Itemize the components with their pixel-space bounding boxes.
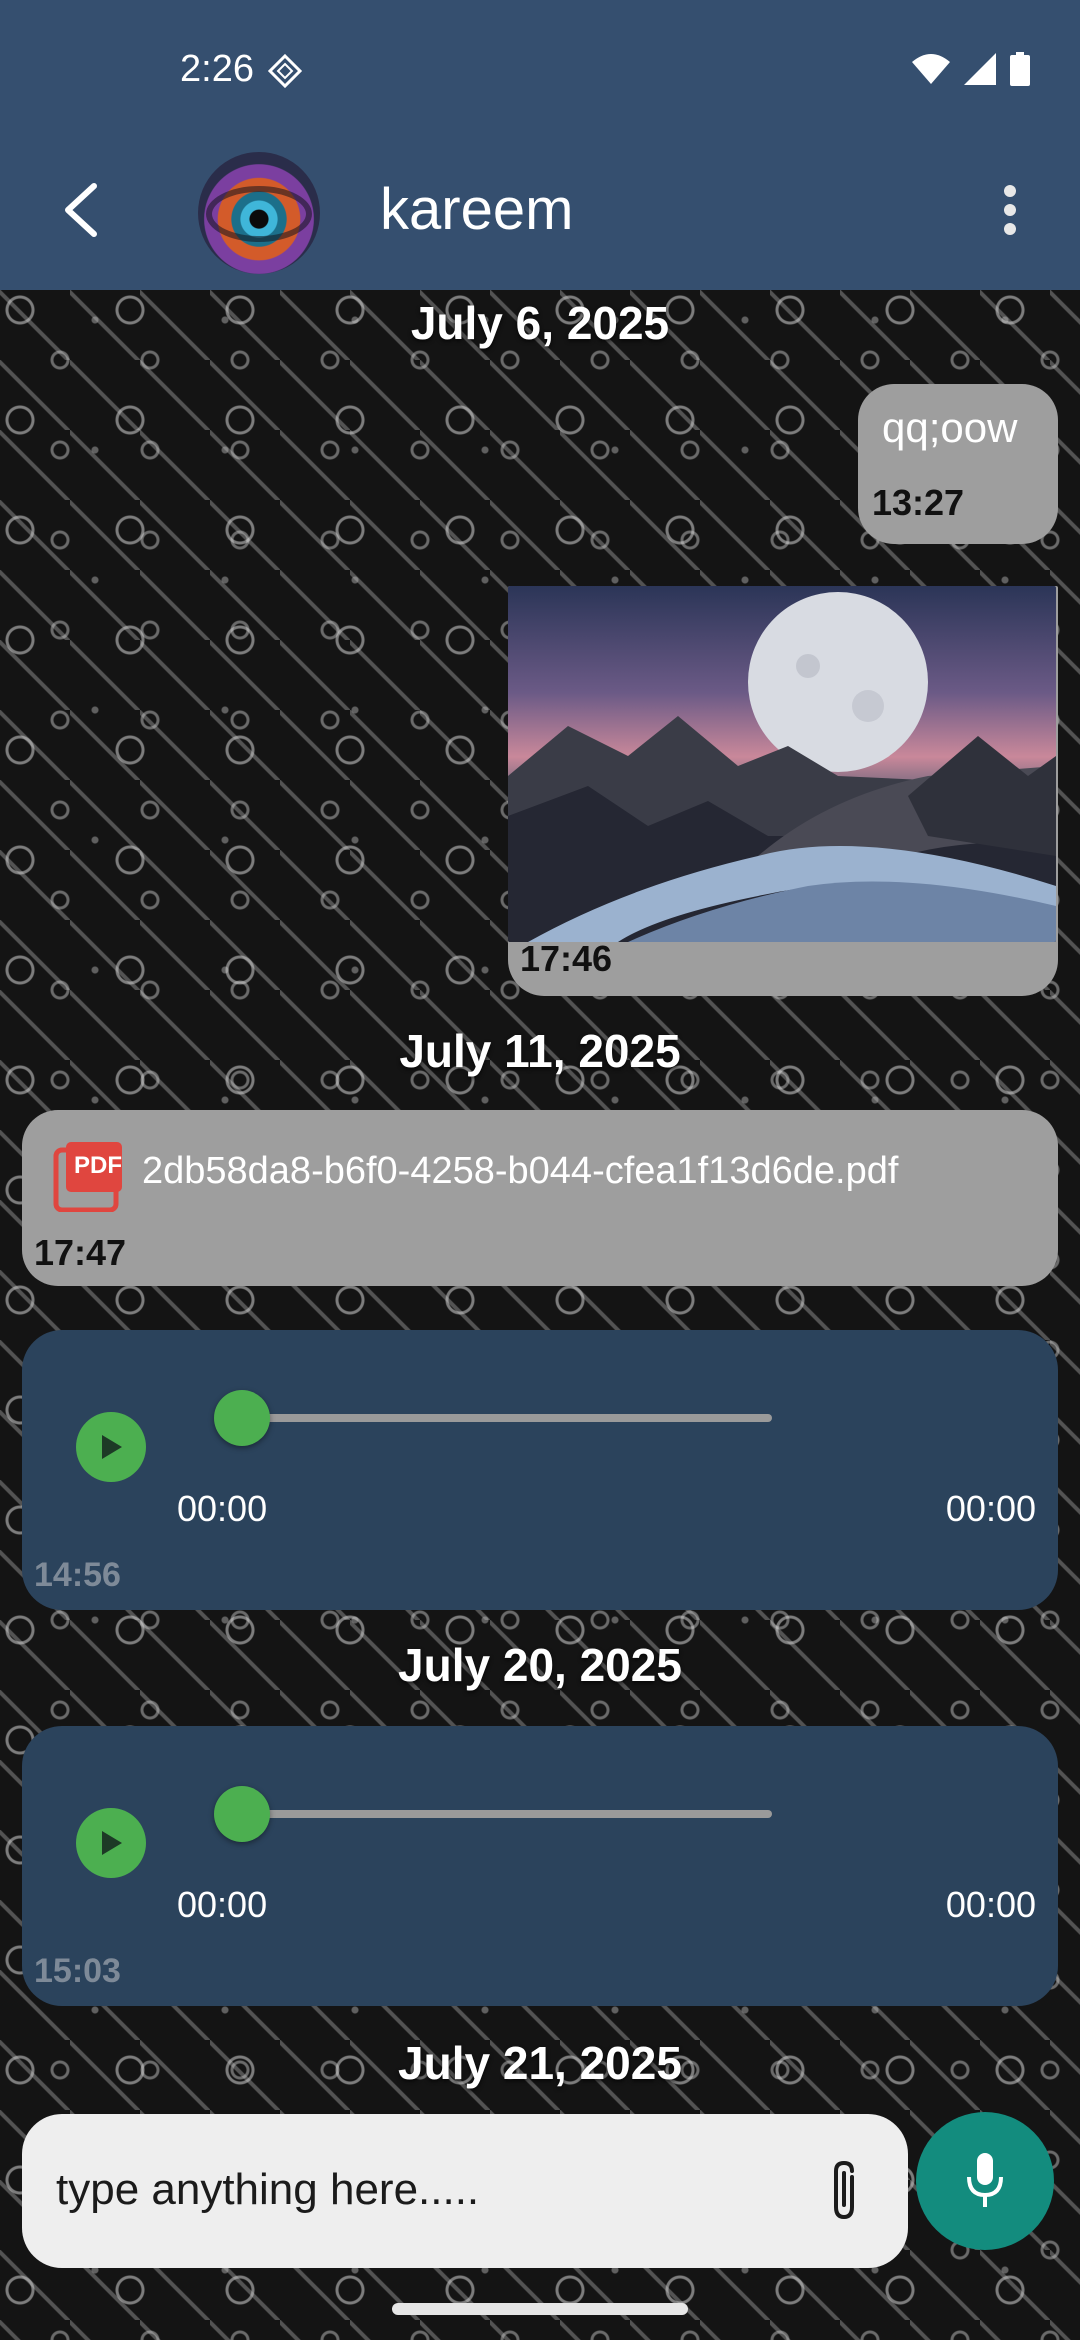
- message-input[interactable]: [56, 2160, 796, 2220]
- audio-position: 00:00: [177, 1884, 268, 1925]
- arrow-back-icon: [65, 183, 97, 237]
- wifi-icon: [912, 54, 950, 84]
- message-time: 13:27: [872, 482, 965, 523]
- status-icons: [912, 52, 1030, 86]
- moon-mountain-photo[interactable]: [508, 586, 1056, 942]
- outgoing-image-message[interactable]: 17:46: [508, 586, 1058, 996]
- record-voice-button[interactable]: [916, 2112, 1054, 2250]
- message-time: 17:47: [34, 1232, 127, 1273]
- play-button[interactable]: [76, 1412, 146, 1482]
- back-button[interactable]: [40, 170, 120, 250]
- status-bar: 2:26: [0, 0, 1080, 130]
- audio-duration: 00:00: [945, 1488, 1036, 1529]
- play-icon: [102, 1435, 122, 1459]
- date-separator: July 21, 2025: [398, 2037, 682, 2089]
- battery-icon: [1010, 52, 1030, 86]
- more-vert-icon: [1004, 185, 1016, 235]
- pdf-file-icon: PDF: [52, 1140, 124, 1213]
- status-time: 2:26: [180, 48, 254, 90]
- date-separator: July 6, 2025: [410, 297, 670, 349]
- attach-button[interactable]: [814, 2154, 874, 2230]
- outgoing-text-message[interactable]: qq;oow 13:27: [858, 384, 1058, 544]
- sync-indicator-icon: [268, 54, 302, 88]
- audio-seek-track[interactable]: [242, 1414, 772, 1422]
- audio-seek-track[interactable]: [242, 1810, 772, 1818]
- audio-position: 00:00: [177, 1488, 268, 1529]
- voice-message: 00:00 00:00 15:03: [22, 1726, 1058, 2006]
- photo-illustration: [508, 592, 1056, 942]
- contact-avatar[interactable]: [198, 152, 320, 274]
- play-icon: [102, 1831, 122, 1855]
- chat-message-list[interactable]: July 6, 2025 qq;oow 13:27 17:46 July 11,…: [0, 290, 1080, 2340]
- chat-header: kareem: [0, 130, 1080, 290]
- pdf-file-message[interactable]: PDF 2db58da8-b6f0-4258-b044-cfea1f13d6de…: [22, 1110, 1058, 1286]
- message-time: 15:03: [34, 1952, 121, 1990]
- message-time: 17:46: [520, 938, 613, 979]
- audio-seek-thumb[interactable]: [214, 1390, 270, 1446]
- paperclip-icon: [834, 2160, 854, 2220]
- play-button[interactable]: [76, 1808, 146, 1878]
- message-time: 14:56: [34, 1556, 121, 1594]
- audio-duration: 00:00: [945, 1884, 1036, 1925]
- contact-name[interactable]: kareem: [380, 176, 573, 243]
- pdf-filename: 2db58da8-b6f0-4258-b044-cfea1f13d6de.pdf: [142, 1150, 899, 1192]
- cellular-signal-icon: [964, 53, 996, 85]
- date-separator: July 20, 2025: [398, 1639, 682, 1691]
- message-text: qq;oow: [882, 404, 1018, 451]
- voice-message: 00:00 00:00 14:56: [22, 1330, 1058, 1610]
- date-separator: July 11, 2025: [399, 1025, 681, 1077]
- audio-seek-thumb[interactable]: [214, 1786, 270, 1842]
- message-composer: [22, 2114, 908, 2268]
- home-indicator[interactable]: [392, 2303, 688, 2315]
- more-options-button[interactable]: [970, 170, 1050, 250]
- mic-icon: [967, 2153, 1003, 2207]
- pdf-badge: PDF: [74, 1152, 122, 1179]
